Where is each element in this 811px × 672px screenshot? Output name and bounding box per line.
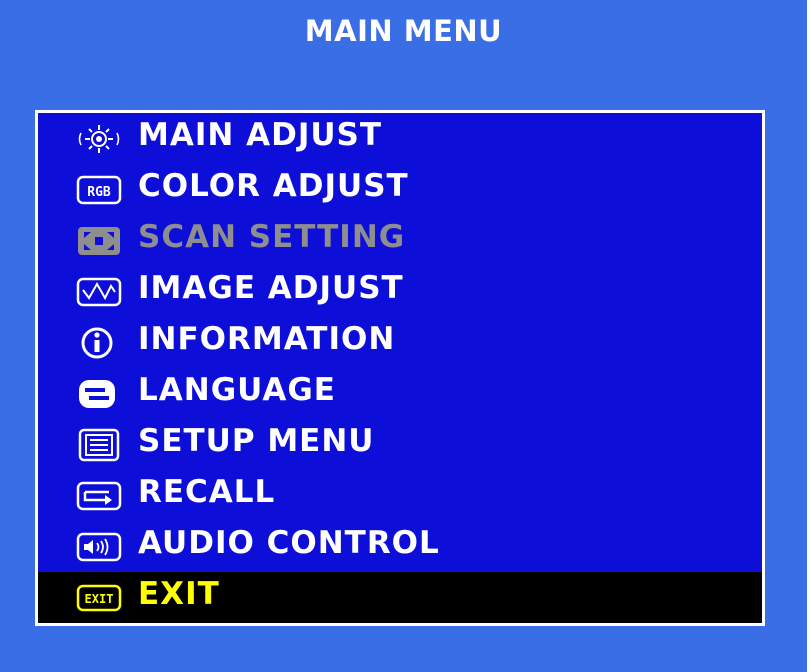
- menu-title: MAIN MENU: [304, 14, 503, 48]
- menu-item-label: MAIN ADJUST: [138, 117, 383, 153]
- waveform-icon: [75, 274, 123, 310]
- menu-item-label: SCAN SETTING: [138, 219, 406, 255]
- rgb-icon-text: RGB: [87, 185, 111, 200]
- menu-panel: MAIN ADJUST RGB COLOR ADJUST SCAN SETTIN…: [35, 110, 765, 626]
- info-icon: [75, 325, 123, 361]
- menu-item-label: SETUP MENU: [138, 423, 375, 459]
- menu-item-language[interactable]: LANGUAGE: [38, 368, 762, 419]
- menu-item-exit[interactable]: EXIT EXIT: [38, 572, 762, 623]
- osd-screen: MAIN MENU MAIN ADJUST RGB COLOR ADJUST S…: [0, 0, 807, 672]
- exit-icon-text: EXIT: [85, 592, 114, 606]
- menu-item-label: RECALL: [138, 474, 276, 510]
- menu-item-information[interactable]: INFORMATION: [38, 317, 762, 368]
- menu-item-label: EXIT: [138, 576, 220, 612]
- menu-item-label: COLOR ADJUST: [138, 168, 409, 204]
- recall-icon: [75, 478, 123, 514]
- menu-item-image-adjust[interactable]: IMAGE ADJUST: [38, 266, 762, 317]
- menu-item-main-adjust[interactable]: MAIN ADJUST: [38, 113, 762, 164]
- menu-item-scan-setting[interactable]: SCAN SETTING: [38, 215, 762, 266]
- setup-menu-icon: [75, 427, 123, 463]
- language-icon: [75, 376, 123, 412]
- menu-item-audio-control[interactable]: AUDIO CONTROL: [38, 521, 762, 572]
- menu-item-color-adjust[interactable]: RGB COLOR ADJUST: [38, 164, 762, 215]
- menu-item-recall[interactable]: RECALL: [38, 470, 762, 521]
- scan-setting-icon: [75, 223, 123, 259]
- menu-item-label: IMAGE ADJUST: [138, 270, 404, 306]
- menu-item-label: INFORMATION: [138, 321, 396, 357]
- audio-icon: [75, 529, 123, 565]
- rgb-icon: RGB: [75, 172, 123, 208]
- main-adjust-icon: [75, 121, 123, 157]
- menu-item-label: AUDIO CONTROL: [138, 525, 440, 561]
- menu-item-label: LANGUAGE: [138, 372, 336, 408]
- menu-item-setup-menu[interactable]: SETUP MENU: [38, 419, 762, 470]
- exit-icon: EXIT: [75, 580, 123, 616]
